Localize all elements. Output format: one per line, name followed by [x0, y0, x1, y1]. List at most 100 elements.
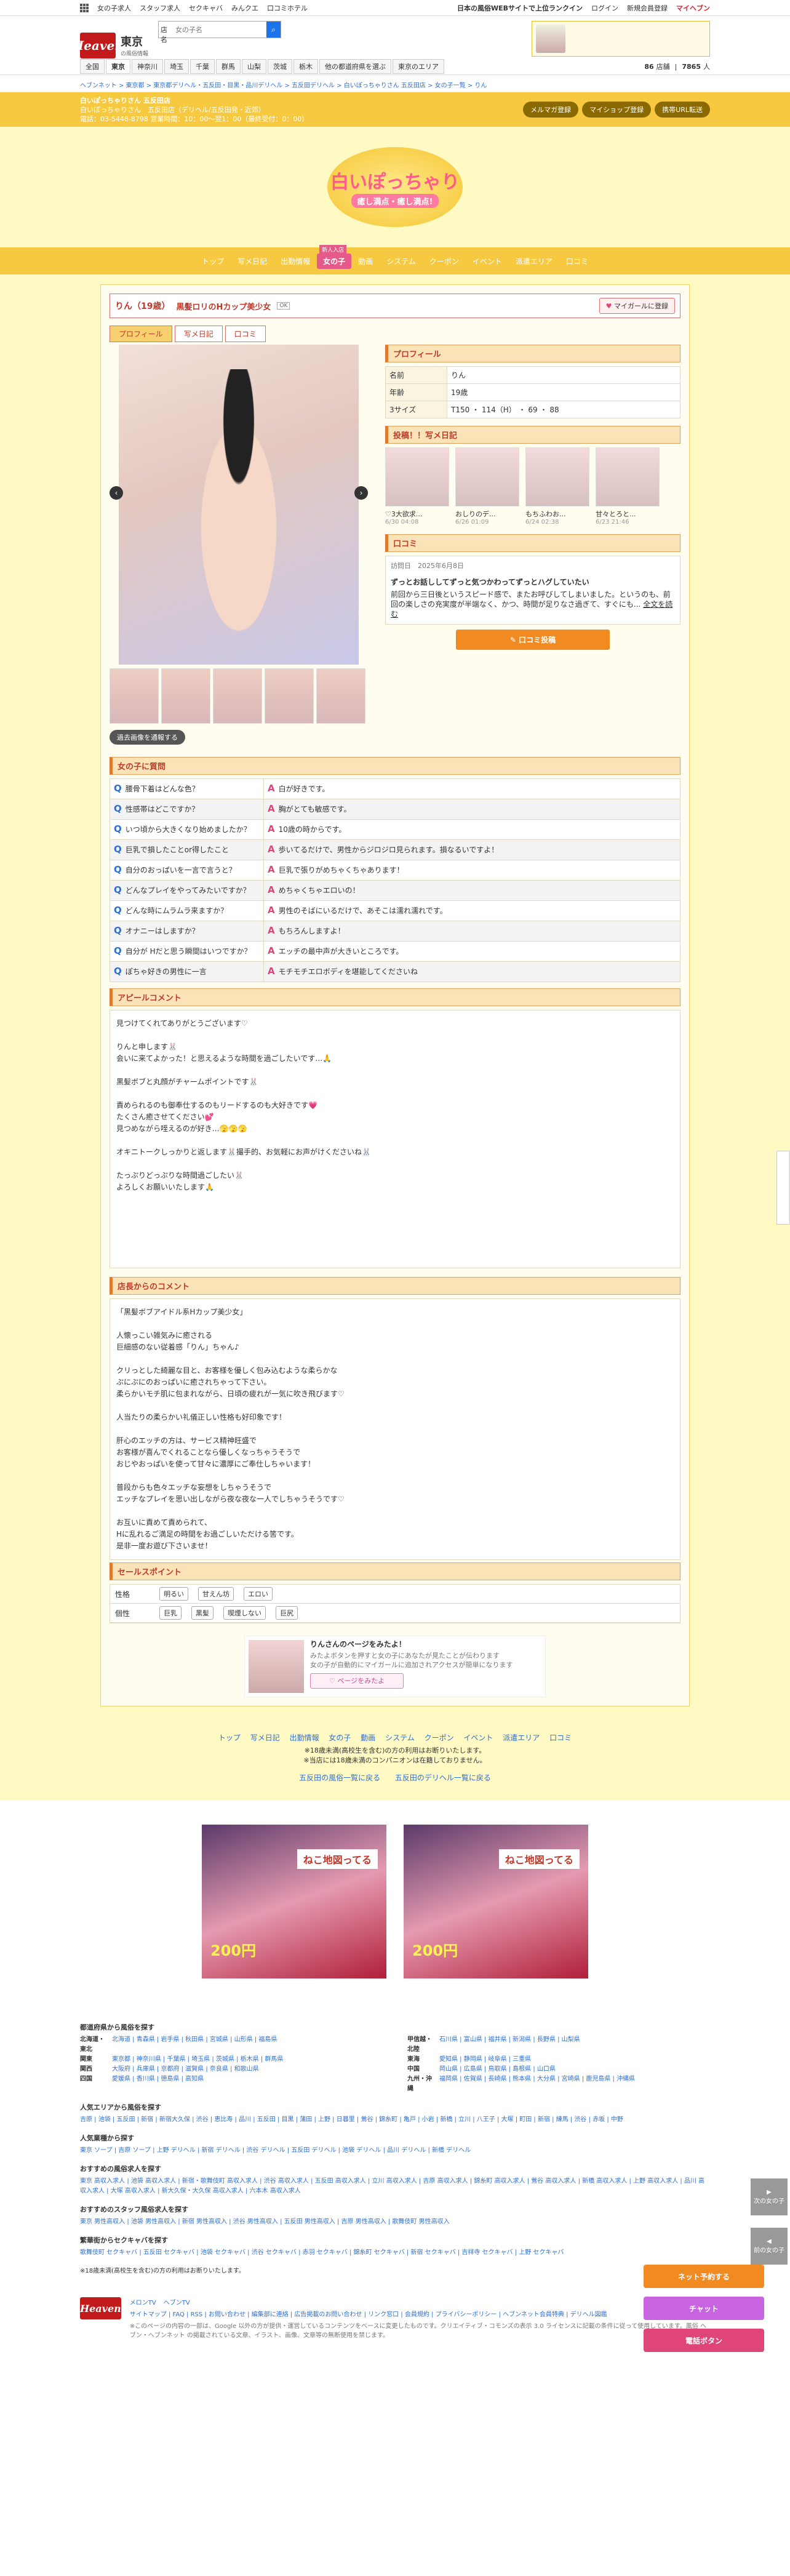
- pref-links[interactable]: 東京都 | 神奈川県 | 千葉県 | 埼玉県 | 茨城県 | 栃木県 | 群馬県: [112, 2055, 283, 2065]
- breadcrumb[interactable]: ヘブンネット > 東京都 > 東京都デリヘル・五反田・目黒・品川デリヘル > 五…: [0, 78, 790, 92]
- nav-system[interactable]: システム: [380, 256, 423, 266]
- search-input[interactable]: [174, 22, 267, 38]
- nav-event[interactable]: イベント: [466, 256, 509, 266]
- header-banner-ad[interactable]: [532, 21, 710, 57]
- tab-diary[interactable]: 写メ日記: [174, 326, 223, 342]
- sales-chip[interactable]: 黒髪: [191, 1606, 213, 1620]
- link-section-links[interactable]: 東京 高収入求人 | 池袋 高収入求人 | 新宿・歌舞伎町 高収入求人 | 渋谷…: [80, 2177, 710, 2196]
- area-tab[interactable]: 他の都道府県を選ぶ: [319, 59, 391, 74]
- pref-links[interactable]: 北海道 | 青森県 | 岩手県 | 秋田県 | 宮城県 | 山形県 | 福島県: [112, 2035, 277, 2055]
- back-to-list-link[interactable]: 五反田の風俗一覧に戻る: [299, 1774, 380, 1782]
- myheaven-link[interactable]: マイヘブン: [676, 3, 710, 13]
- nav-girls[interactable]: 新人入店 女の子: [317, 244, 352, 269]
- topbar-link-hotel[interactable]: 口コミホテル: [267, 3, 308, 13]
- footnav-link[interactable]: イベント: [463, 1734, 493, 1742]
- photo-thumbnail[interactable]: [265, 668, 314, 724]
- register-link[interactable]: 新規会員登録: [627, 3, 668, 13]
- topbar-link-sekukyaba[interactable]: セクキャバ: [189, 3, 223, 13]
- nav-area[interactable]: 派遣エリア: [509, 256, 559, 266]
- login-link[interactable]: ログイン: [591, 3, 618, 13]
- link-section-links[interactable]: 歌舞伎町 セクキャバ | 五反田 セクキャバ | 池袋 セクキャバ | 渋谷 セ…: [80, 2248, 710, 2258]
- footnav-link[interactable]: 写メ日記: [250, 1734, 280, 1742]
- area-tab[interactable]: 東京: [106, 59, 130, 74]
- diary-item[interactable]: もちふわお... 6/24 02:38: [525, 447, 589, 526]
- shop-hero-logo[interactable]: 白いぽっちゃり 癒し満点・癒し満点!: [327, 147, 463, 227]
- sales-chip[interactable]: 明るい: [159, 1587, 188, 1601]
- sales-chip[interactable]: 巨尻: [276, 1606, 298, 1620]
- chat-button[interactable]: チャット: [644, 2297, 764, 2320]
- side-float-tools[interactable]: [776, 1151, 790, 1225]
- link-section-links[interactable]: 東京 男性高収入 | 池袋 男性高収入 | 新宿 男性高収入 | 渋谷 男性高収…: [80, 2217, 710, 2227]
- link-section-links[interactable]: 吉原 | 池袋 | 五反田 | 新宿 | 新宿大久保 | 渋谷 | 恵比寿 | …: [80, 2115, 710, 2125]
- pref-links[interactable]: 石川県 | 富山県 | 福井県 | 新潟県 | 長野県 | 山梨県: [439, 2035, 580, 2055]
- pref-links[interactable]: 大阪府 | 兵庫県 | 京都府 | 滋賀県 | 奈良県 | 和歌山県: [112, 2065, 259, 2074]
- pref-links[interactable]: 愛知県 | 静岡県 | 岐阜県 | 三重県: [439, 2055, 531, 2065]
- area-tab[interactable]: 埼玉: [164, 59, 189, 74]
- post-review-button[interactable]: ✎ 口コミ投稿: [456, 630, 610, 650]
- area-tab[interactable]: 全国: [80, 59, 105, 74]
- ad-banner[interactable]: ねこ地図ってる 200円: [202, 1825, 386, 1978]
- net-reserve-button[interactable]: ネット予約する: [644, 2265, 764, 2288]
- area-tab[interactable]: 群馬: [216, 59, 241, 74]
- search-button[interactable]: ⌕: [266, 22, 281, 38]
- shop-name[interactable]: 白いぽっちゃりさん 五反田店: [80, 96, 308, 105]
- nav-video[interactable]: 動画: [351, 256, 380, 266]
- report-image-button[interactable]: 過去画像を通報する: [110, 730, 185, 745]
- nav-schedule[interactable]: 出勤情報: [274, 256, 317, 266]
- footnav-link[interactable]: 出勤情報: [290, 1734, 319, 1742]
- topbar-link-staff[interactable]: スタッフ求人: [140, 3, 180, 13]
- myshop-button[interactable]: マイショップ登録: [582, 102, 652, 118]
- ad-banner[interactable]: ねこ地図ってる 200円: [404, 1825, 588, 1978]
- topbar-link-recruit[interactable]: 女の子求人: [97, 3, 131, 13]
- footnav-link[interactable]: トップ: [218, 1734, 241, 1742]
- footnav-link[interactable]: 動画: [361, 1734, 375, 1742]
- diary-item[interactable]: 甘々とろと... 6/23 21:46: [596, 447, 660, 526]
- footer-logo[interactable]: Heaven: [80, 2297, 121, 2319]
- next-photo-arrow[interactable]: ›: [354, 486, 368, 500]
- main-photo[interactable]: [119, 345, 359, 665]
- footnav-link[interactable]: 女の子: [329, 1734, 351, 1742]
- mitayo-button[interactable]: ♡ ページをみたよ: [310, 1673, 404, 1689]
- area-tab[interactable]: 神奈川: [132, 59, 163, 74]
- footnav-link[interactable]: クーポン: [425, 1734, 454, 1742]
- area-tab[interactable]: 千葉: [190, 59, 215, 74]
- tab-review[interactable]: 口コミ: [225, 326, 266, 342]
- prev-photo-arrow[interactable]: ‹: [110, 486, 123, 500]
- tab-profile[interactable]: プロフィール: [110, 326, 172, 342]
- photo-thumbnail[interactable]: [110, 668, 159, 724]
- mobile-url-button[interactable]: 携帯URL転送: [655, 102, 710, 118]
- photo-thumbnail[interactable]: [213, 668, 262, 724]
- menu-grid-icon[interactable]: [80, 3, 89, 12]
- nav-coupon[interactable]: クーポン: [423, 256, 466, 266]
- area-tab[interactable]: 東京のエリア: [393, 59, 444, 74]
- area-tab[interactable]: 山梨: [242, 59, 266, 74]
- footer-link-list[interactable]: サイトマップ | FAQ | RSS | お問い合わせ | 編集部に連絡 | 広…: [130, 2309, 710, 2318]
- mailmag-button[interactable]: メルマガ登録: [523, 102, 579, 118]
- nav-top[interactable]: トップ: [195, 256, 231, 266]
- footnav-link[interactable]: システム: [385, 1734, 415, 1742]
- nav-diary[interactable]: 写メ日記: [231, 256, 274, 266]
- prev-girl-button[interactable]: ◀ 前の女の子: [751, 2228, 788, 2265]
- sales-chip[interactable]: エロい: [244, 1587, 273, 1601]
- pref-links[interactable]: 岡山県 | 広島県 | 鳥取県 | 島根県 | 山口県: [439, 2065, 556, 2074]
- heaven-tv-link[interactable]: ヘブンTV: [164, 2297, 190, 2306]
- back-to-deli-link[interactable]: 五反田のデリヘル一覧に戻る: [395, 1774, 491, 1782]
- diary-item[interactable]: ♡3大欲求... 6/30 04:08: [385, 447, 449, 526]
- phone-button[interactable]: 電話ボタン: [644, 2329, 764, 2352]
- pref-links[interactable]: 福岡県 | 佐賀県 | 長崎県 | 熊本県 | 大分県 | 宮崎県 | 鹿児島県…: [439, 2074, 635, 2094]
- sales-chip[interactable]: 巨乳: [159, 1606, 182, 1620]
- sales-chip[interactable]: 喫煙しない: [223, 1606, 266, 1620]
- footnav-link[interactable]: 口コミ: [549, 1734, 572, 1742]
- link-section-links[interactable]: 東京 ソープ | 吉原 ソープ | 上野 デリヘル | 新宿 デリヘル | 渋谷…: [80, 2146, 710, 2156]
- area-tab[interactable]: 茨城: [268, 59, 292, 74]
- ranking-link[interactable]: 日本の風俗WEBサイトで上位ランクイン: [457, 3, 583, 13]
- sales-chip[interactable]: 甘えん坊: [198, 1587, 234, 1601]
- melon-tv-link[interactable]: メロンTV: [130, 2297, 156, 2306]
- pref-links[interactable]: 愛媛県 | 香川県 | 徳島県 | 高知県: [112, 2074, 204, 2084]
- next-girl-button[interactable]: ▶ 次の女の子: [751, 2178, 788, 2215]
- topbar-link-minquest[interactable]: みんクエ: [231, 3, 258, 13]
- footnav-link[interactable]: 派遣エリア: [503, 1734, 540, 1742]
- nav-review[interactable]: 口コミ: [559, 256, 595, 266]
- favorite-girl-button[interactable]: ♥ マイガールに登録: [599, 298, 675, 314]
- diary-item[interactable]: おしりのデ... 6/26 01:09: [455, 447, 519, 526]
